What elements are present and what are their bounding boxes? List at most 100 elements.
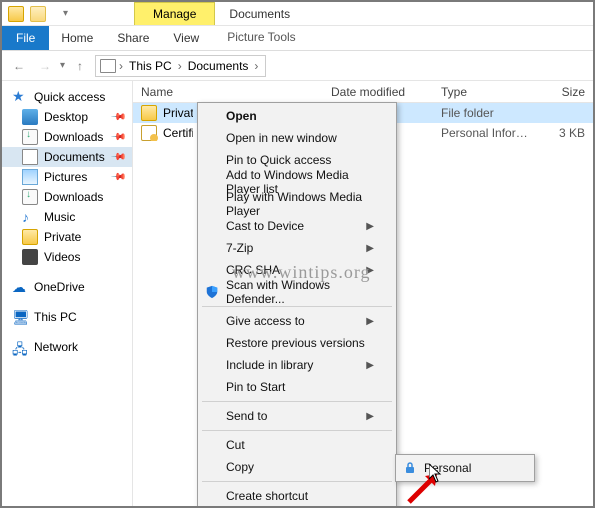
submenu-item-label: Personal [424,461,471,475]
file-type: File folder [433,106,543,120]
downloads-icon [22,189,38,205]
menu-item[interactable]: Open [200,105,394,127]
menu-item-label: Open [226,109,257,123]
desktop-icon [22,109,38,125]
nav-network[interactable]: 🖧 Network [2,337,132,357]
col-size[interactable]: Size [543,85,593,99]
menu-item-label: Create shortcut [226,489,308,503]
onedrive-icon: ☁ [12,279,28,295]
breadcrumb-seg-thispc[interactable]: This PC [126,59,175,73]
menu-item-label: Pin to Start [226,380,285,394]
chevron-right-icon[interactable]: › [116,59,126,73]
file-tab[interactable]: File [2,26,49,50]
qat-dropdown-icon[interactable]: ▾ [63,8,68,19]
menu-item-label: Play with Windows Media Player [226,190,374,218]
explorer-window: ▾ Manage Documents File Home Share View … [0,0,595,508]
breadcrumb-seg-documents[interactable]: Documents [185,59,252,73]
star-icon: ★ [12,89,28,105]
menu-item[interactable]: Cast to Device▶ [200,215,394,237]
tab-home[interactable]: Home [49,26,105,50]
menu-item[interactable]: 7-Zip ▶ [200,237,394,259]
col-date[interactable]: Date modified [323,85,433,99]
music-icon: ♪ [22,209,38,225]
menu-item[interactable]: Copy [200,456,394,478]
menu-item-label: Pin to Quick access [226,153,331,167]
certificate-icon [141,125,157,141]
documents-icon [22,149,38,165]
nav-label: Downloads [44,190,103,204]
menu-item-label: Give access to [226,314,305,328]
pin-icon: 📌 [109,129,126,146]
folder-icon [141,105,157,121]
chevron-right-icon: ▶ [366,265,374,276]
menu-item[interactable]: Create shortcut [200,485,394,507]
menu-separator [202,306,392,307]
menu-separator [202,481,392,482]
menu-item-label: 7-Zip [226,241,253,255]
menu-item-label: Send to [226,409,267,423]
nav-pictures[interactable]: Pictures 📌 [2,167,132,187]
menu-item[interactable]: Restore previous versions [200,332,394,354]
file-type: Personal Informati... [433,126,543,140]
nav-downloads[interactable]: Downloads 📌 [2,127,132,147]
nav-music[interactable]: ♪ Music [2,207,132,227]
qat-new-folder-icon[interactable] [30,6,46,22]
menu-item[interactable]: Play with Windows Media Player [200,193,394,215]
manage-label: Manage [153,7,196,21]
recent-dropdown-icon[interactable]: ▾ [60,60,65,71]
menu-item[interactable]: Pin to Start [200,376,394,398]
nav-desktop[interactable]: Desktop 📌 [2,107,132,127]
chevron-right-icon[interactable]: › [175,59,185,73]
folder-icon [22,229,38,245]
tab-share[interactable]: Share [105,26,161,50]
context-submenu: Personal [395,454,535,482]
nav-thispc[interactable]: 🖥 This PC [2,307,132,327]
col-name[interactable]: Name [133,85,323,99]
nav-onedrive[interactable]: ☁ OneDrive [2,277,132,297]
menu-item[interactable]: Give access to ▶ [200,310,394,332]
pin-icon: 📌 [109,149,126,166]
chevron-right-icon: ▶ [366,360,374,371]
forward-button[interactable]: → [34,55,56,77]
chevron-right-icon: ▶ [366,243,374,254]
videos-icon [22,249,38,265]
submenu-item[interactable]: Personal [398,457,532,479]
nav-downloads-2[interactable]: Downloads [2,187,132,207]
back-button[interactable]: ← [8,55,30,77]
breadcrumb[interactable]: › This PC › Documents › [95,55,266,77]
menu-separator [202,401,392,402]
menu-item-label: Open in new window [226,131,337,145]
menu-item-label: Cut [226,438,245,452]
menu-item[interactable]: Open in new window [200,127,394,149]
contextual-tab-manage[interactable]: Manage [134,2,215,25]
col-type[interactable]: Type [433,85,543,99]
menu-item[interactable]: Scan with Windows Defender... [200,281,394,303]
chevron-right-icon[interactable]: › [251,59,261,73]
app-icon [8,6,24,22]
address-bar: ← → ▾ ↑ › This PC › Documents › [2,51,593,81]
nav-label: Private [44,230,81,244]
up-button[interactable]: ↑ [69,55,91,77]
menu-item-label: CRC SHA [226,263,280,277]
nav-private[interactable]: Private [2,227,132,247]
context-menu: Open Open in new window Pin to Quick acces… [197,102,397,508]
window-title: Documents [215,2,304,25]
tab-picture-tools[interactable]: Picture Tools [215,26,307,50]
chevron-right-icon: ▶ [366,316,374,327]
nav-label: Videos [44,250,80,264]
tab-view[interactable]: View [161,26,211,50]
network-icon: 🖧 [12,339,28,355]
nav-label: Network [34,340,78,354]
menu-item[interactable]: Include in library▶ [200,354,394,376]
nav-label: Quick access [34,90,105,104]
file-name: Certificate [163,126,193,140]
menu-item[interactable]: Cut [200,434,394,456]
pin-icon: 📌 [109,109,126,126]
nav-documents[interactable]: Documents 📌 [2,147,132,167]
menu-item-label: Restore previous versions [226,336,365,350]
nav-videos[interactable]: Videos [2,247,132,267]
nav-label: Music [44,210,75,224]
menu-separator [202,430,392,431]
nav-quick-access[interactable]: ★ Quick access [2,87,132,107]
menu-item[interactable]: Send to▶ [200,405,394,427]
